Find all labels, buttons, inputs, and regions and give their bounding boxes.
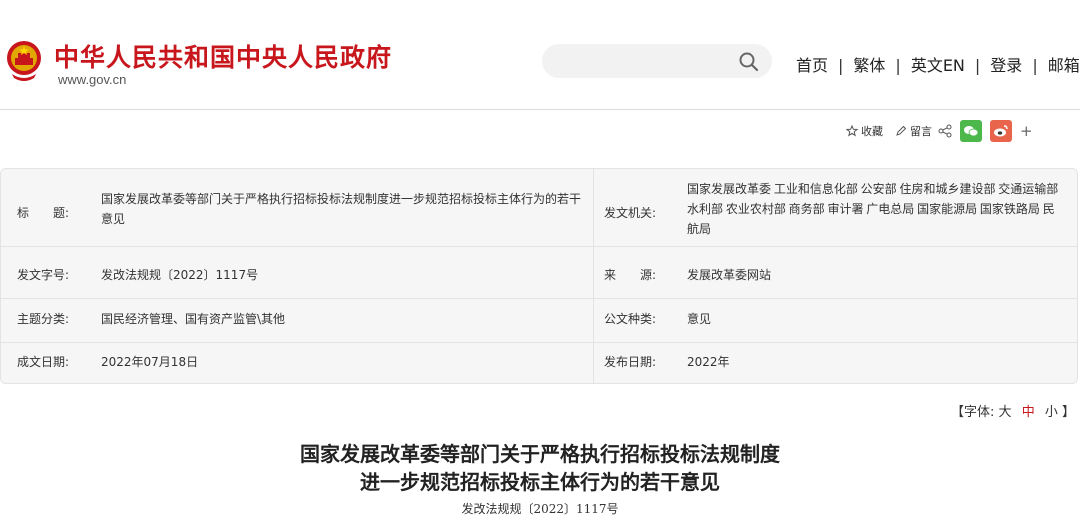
top-nav: 首页 | 繁体 | 英文EN | 登录 | 邮箱 — [796, 52, 1080, 76]
font-size-prefix: 【字体: — [951, 405, 995, 420]
source-value: 发展改革委网站 — [687, 268, 772, 282]
info-row: 主题分类: 国民经济管理、国有资产监管\其他 公文种类: 意见 — [1, 299, 1077, 343]
font-size-control: 【字体: 大 中 小 】 — [951, 401, 1075, 420]
more-share-button[interactable]: + — [1020, 122, 1033, 140]
date-label: 成文日期: — [17, 355, 70, 369]
nav-home[interactable]: 首页 — [796, 56, 828, 75]
document-info-table: 标 题: 国家发展改革委等部门关于严格执行招标投标法规制度进一步规范招标投标主体… — [0, 168, 1078, 384]
docno-label: 发文字号: — [17, 268, 70, 282]
article-doc-number: 发改法规规〔2022〕1117号 — [461, 502, 619, 516]
font-medium-button[interactable]: 中 — [1022, 405, 1035, 420]
national-emblem-icon[interactable] — [4, 38, 44, 82]
site-title[interactable]: 中华人民共和国中央人民政府 — [54, 38, 392, 74]
type-value: 意见 — [687, 312, 712, 326]
source-label: 来 源: — [604, 268, 657, 282]
info-row: 发文字号: 发改法规规〔2022〕1117号 来 源: 发展改革委网站 — [1, 255, 1077, 299]
docno-value: 发改法规规〔2022〕1117号 — [101, 268, 259, 282]
nav-login[interactable]: 登录 — [990, 56, 1022, 75]
pen-icon — [896, 125, 907, 136]
font-small-button[interactable]: 小 — [1045, 405, 1058, 420]
pubdate-label: 发布日期: — [604, 355, 657, 369]
star-icon — [846, 125, 858, 137]
comment-label: 留言 — [910, 125, 932, 138]
share-icon[interactable] — [938, 124, 952, 138]
nav-separator: | — [1032, 56, 1038, 75]
article-title-line: 国家发展改革委等部门关于严格执行招标投标法规制度 — [300, 442, 780, 466]
nav-separator: | — [838, 56, 844, 75]
article-title-line: 进一步规范招标投标主体行为的若干意见 — [360, 470, 720, 494]
topic-value: 国民经济管理、国有资产监管\其他 — [101, 312, 286, 326]
comment-button[interactable]: 留言 — [895, 123, 932, 139]
weibo-share-button[interactable] — [990, 120, 1012, 142]
info-row: 标 题: 国家发展改革委等部门关于严格执行招标投标法规制度进一步规范招标投标主体… — [1, 169, 1077, 247]
nav-english[interactable]: 英文EN — [911, 56, 965, 75]
date-value: 2022年07月18日 — [101, 355, 199, 369]
font-large-button[interactable]: 大 — [999, 405, 1012, 420]
title-label: 标 题: — [17, 206, 70, 220]
wechat-icon — [964, 126, 979, 137]
nav-separator: | — [974, 56, 981, 75]
site-header: 中华人民共和国中央人民政府 www.gov.cn 首页 | 繁体 | 英文EN | 登录 | 邮… — [0, 0, 1080, 110]
type-label: 公文种类: — [604, 312, 657, 326]
nav-mail[interactable]: 邮箱 — [1048, 56, 1080, 75]
title-value: 国家发展改革委等部门关于严格执行招标投标法规制度进一步规范招标投标主体行为的若干… — [101, 192, 582, 226]
pubdate-value: 2022年 — [687, 355, 730, 369]
nav-separator: | — [895, 56, 901, 75]
article-title: 国家发展改革委等部门关于严格执行招标投标法规制度 进一步规范招标投标主体行为的若… — [0, 440, 1080, 496]
nav-traditional[interactable]: 繁体 — [853, 56, 885, 75]
column-divider — [593, 169, 594, 383]
weibo-icon — [994, 125, 1008, 137]
topic-label: 主题分类: — [17, 312, 70, 326]
collect-label: 收藏 — [861, 125, 883, 138]
info-row: 成文日期: 2022年07月18日 发布日期: 2022年 — [1, 343, 1077, 385]
search-icon[interactable] — [738, 51, 760, 73]
article-tools: 收藏 留言 + — [846, 118, 1033, 144]
site-url[interactable]: www.gov.cn — [58, 72, 126, 87]
collect-button[interactable]: 收藏 — [846, 123, 883, 139]
issuer-value: 国家发展改革委 工业和信息化部 公安部 住房和城乡建设部 交通运输部 水利部 农… — [687, 182, 1059, 236]
issuer-label: 发文机关: — [604, 206, 657, 220]
font-size-suffix: 】 — [1062, 405, 1076, 420]
wechat-share-button[interactable] — [960, 120, 982, 142]
